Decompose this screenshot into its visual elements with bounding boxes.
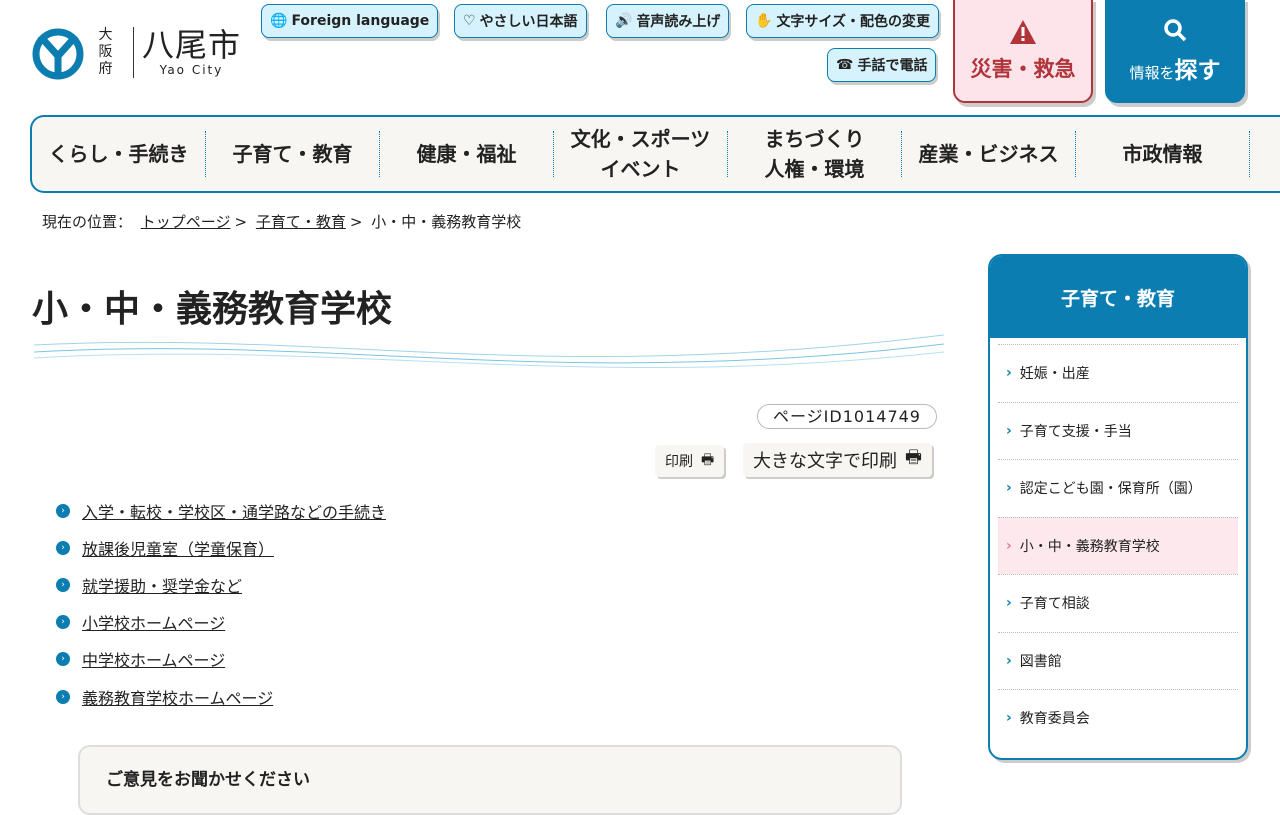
voice-reading-button[interactable]: 🔊 音声読み上げ — [606, 4, 730, 38]
list-item: › 小学校ホームページ — [56, 604, 386, 641]
search-info-button[interactable]: 情報を探す — [1105, 0, 1245, 103]
breadcrumb: 現在の位置： トップページ > 子育て・教育 > 小・中・義務教育学校 — [42, 213, 522, 231]
sidebar: 子育て・教育 › 妊娠・出産 › 子育て支援・手当 › 認定こども園・保育所（園） ›… — [988, 254, 1248, 760]
sidebar-item-support[interactable]: › 子育て支援・手当 — [998, 401, 1238, 460]
link-elementary[interactable]: 小学校ホームページ — [82, 610, 225, 634]
list-item: › 放課後児童室（学童保育） — [56, 529, 386, 566]
global-nav: くらし・手続き 子育て・教育 健康・福祉 文化・スポーツ イベント まちづくり … — [30, 115, 1280, 193]
chevron-right-icon: › — [56, 652, 70, 667]
chevron-right-icon: › — [1006, 537, 1012, 554]
chevron-right-icon: › — [56, 615, 70, 630]
breadcrumb-childcare[interactable]: 子育て・教育 — [256, 213, 346, 231]
foreign-language-button[interactable]: 🌐 Foreign language — [261, 4, 439, 38]
printer-icon: 🖶 — [701, 452, 715, 468]
link-junior-high[interactable]: 中学校ホームページ — [82, 647, 225, 671]
content-link-list: › 入学・転校・学校区・通学路などの手続き › 放課後児童室（学童保育） › 就学援助… — [56, 492, 386, 715]
logo-prefecture: 大阪府 — [98, 26, 134, 78]
globe-icon: 🌐 — [270, 13, 288, 29]
chevron-right-icon: › — [56, 503, 70, 518]
nav-item-culture-sports[interactable]: 文化・スポーツ イベント — [554, 127, 728, 181]
speaker-icon: 🔊 — [615, 13, 633, 29]
sign-language-phone-button[interactable]: ☎ 手話で電話 — [827, 48, 937, 82]
sidebar-item-pregnancy[interactable]: › 妊娠・出産 — [998, 344, 1238, 402]
warning-icon — [1010, 19, 1036, 44]
chevron-right-icon: › — [1006, 652, 1012, 669]
chevron-right-icon: › — [56, 577, 70, 592]
link-scholarship[interactable]: 就学援助・奨学金など — [82, 573, 242, 597]
feedback-section: ご意見をお聞かせください — [78, 745, 902, 815]
chevron-right-icon: › — [1006, 422, 1012, 439]
link-afterschool[interactable]: 放課後児童室（学童保育） — [82, 536, 274, 560]
title-wave-decoration — [34, 334, 944, 369]
nav-item-childcare-education[interactable]: 子育て・教育 — [206, 131, 380, 177]
nav-item-health-welfare[interactable]: 健康・福祉 — [380, 131, 554, 177]
logo-city-en: Yao City — [159, 63, 224, 77]
chevron-right-icon: › — [1006, 480, 1012, 497]
chevron-right-icon: › — [1006, 595, 1012, 612]
easy-japanese-button[interactable]: ♡ やさしい日本語 — [454, 4, 587, 38]
print-button[interactable]: 印刷 🖶 — [655, 445, 725, 477]
nav-item-city-government[interactable]: 市政情報 — [1076, 131, 1250, 177]
sign-language-icon: ☎ — [836, 57, 854, 73]
list-item: › 義務教育学校ホームページ — [56, 678, 386, 715]
sidebar-title[interactable]: 子育て・教育 — [990, 256, 1246, 338]
city-emblem-icon — [32, 28, 84, 80]
sidebar-item-consultation[interactable]: › 子育て相談 — [998, 574, 1238, 632]
link-enrollment[interactable]: 入学・転校・学校区・通学路などの手続き — [82, 499, 386, 523]
chevron-right-icon: › — [56, 540, 70, 555]
print-large-button[interactable]: 大きな文字で印刷 🖶 — [743, 443, 932, 477]
text-size-color-button[interactable]: ✋ 文字サイズ・配色の変更 — [746, 4, 940, 38]
chevron-right-icon: › — [1006, 710, 1012, 727]
heart-icon: ♡ — [463, 13, 476, 29]
list-item: › 中学校ホームページ — [56, 641, 386, 678]
link-compulsory[interactable]: 義務教育学校ホームページ — [82, 685, 273, 709]
page-title: 小・中・義務教育学校 — [32, 289, 393, 330]
list-item: › 入学・転校・学校区・通学路などの手続き — [56, 492, 386, 529]
list-item: › 就学援助・奨学金など — [56, 566, 386, 603]
printer-icon: 🖶 — [905, 447, 922, 468]
sidebar-item-nursery[interactable]: › 認定こども園・保育所（園） — [998, 459, 1238, 517]
hand-icon: ✋ — [755, 13, 773, 29]
site-logo[interactable]: 大阪府 八尾市 Yao City — [30, 24, 241, 80]
sidebar-item-library[interactable]: › 図書館 — [998, 631, 1238, 690]
breadcrumb-top[interactable]: トップページ — [141, 213, 231, 231]
logo-city-name: 八尾市 — [142, 26, 242, 64]
nav-item-town-planning[interactable]: まちづくり 人権・環境 — [728, 127, 902, 181]
sidebar-item-schools[interactable]: › 小・中・義務教育学校 — [998, 516, 1238, 574]
search-icon — [1164, 18, 1187, 41]
sidebar-item-board[interactable]: › 教育委員会 — [998, 689, 1238, 747]
breadcrumb-current: 小・中・義務教育学校 — [371, 213, 522, 231]
nav-item-industry-business[interactable]: 産業・ビジネス — [902, 131, 1076, 177]
chevron-right-icon: › — [56, 689, 70, 704]
page-id-badge: ページID1014749 — [757, 404, 937, 429]
feedback-heading: ご意見をお聞かせください — [106, 770, 310, 790]
emergency-button[interactable]: 災害・救急 — [953, 0, 1093, 103]
nav-item-living[interactable]: くらし・手続き — [32, 131, 206, 177]
chevron-right-icon: › — [1006, 365, 1012, 382]
